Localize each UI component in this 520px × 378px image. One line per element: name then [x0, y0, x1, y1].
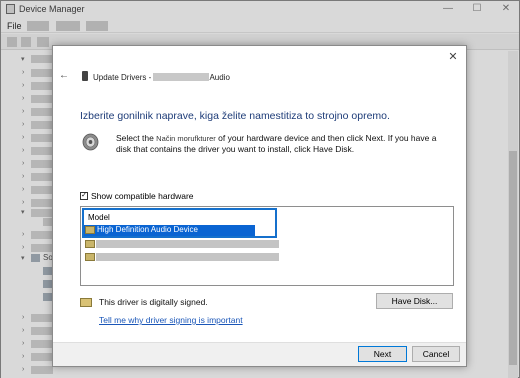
- have-disk-button[interactable]: Have Disk...: [376, 293, 453, 309]
- model-list[interactable]: Model High Definition Audio Device: [80, 206, 454, 286]
- back-arrow-icon[interactable]: ←: [59, 70, 69, 81]
- model-row[interactable]: [84, 252, 279, 262]
- instruction-text: Select the Način morufkturer of your har…: [116, 133, 451, 155]
- dialog-header: Update Drivers - Audio: [93, 73, 230, 82]
- focus-outline: [82, 226, 277, 238]
- dialog-header-suffix: Audio: [209, 73, 230, 82]
- show-compatible-label[interactable]: Show compatible hardware: [91, 191, 194, 201]
- model-header-label: Model: [88, 213, 110, 222]
- signed-status-text: This driver is digitally signed.: [99, 297, 208, 307]
- dialog-close-button[interactable]: ✕: [446, 50, 460, 64]
- driver-package-icon: [85, 253, 95, 261]
- driver-signing-link[interactable]: Tell me why driver signing is important: [99, 315, 243, 325]
- redacted-model-name: [96, 253, 279, 261]
- device-icon: [82, 71, 88, 81]
- instruction-part1: Select the: [116, 133, 157, 143]
- redacted-model-name: [96, 240, 279, 248]
- speaker-icon: [82, 133, 99, 151]
- dialog-heading: Izberite gonilnik naprave, kiga želite n…: [80, 110, 390, 122]
- update-drivers-dialog: ✕ ← Update Drivers - Audio Izberite goni…: [52, 45, 467, 367]
- signed-driver-icon: [80, 298, 92, 307]
- manufacturer-text: Način morufkturer: [156, 134, 216, 143]
- dialog-header-prefix: Update Drivers -: [93, 73, 154, 82]
- next-button[interactable]: Next: [358, 346, 407, 362]
- redacted-device-name: [153, 73, 210, 81]
- show-compatible-checkbox[interactable]: ✓: [80, 192, 88, 200]
- cancel-button[interactable]: Cancel: [412, 346, 460, 362]
- model-row[interactable]: [84, 239, 279, 249]
- driver-package-icon: [85, 240, 95, 248]
